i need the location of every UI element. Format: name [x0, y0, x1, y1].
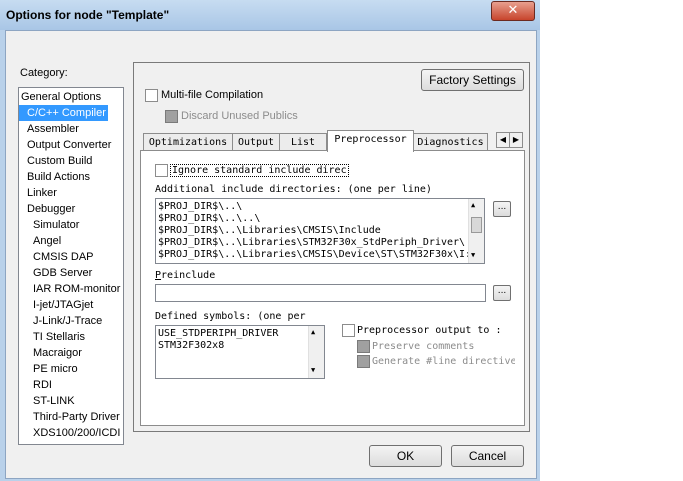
category-item[interactable]: GDB Server: [19, 265, 94, 281]
include-dir-line: $PROJ_DIR$\..\Libraries\CMSIS\Include: [158, 225, 381, 236]
preserve-comments-checkbox: [357, 340, 370, 353]
category-item[interactable]: General Options: [19, 89, 103, 105]
tab-list[interactable]: List: [279, 133, 327, 151]
scroll-thumb[interactable]: [471, 217, 482, 233]
title-bar: Options for node "Template" ✕: [0, 0, 540, 30]
preinclude-label-text: reinclude: [161, 270, 216, 281]
multi-file-label: Multi-file Compilation: [161, 89, 264, 101]
ok-button[interactable]: OK: [369, 445, 442, 467]
include-dir-line: $PROJ_DIR$\..\..\: [158, 213, 261, 224]
defined-symbols-scrollbar[interactable]: ▲ ▼: [308, 326, 324, 378]
category-item[interactable]: PE micro: [19, 361, 80, 377]
ignore-std-include-label: Ignore standard include direc: [170, 164, 349, 177]
tab-output[interactable]: Output: [232, 133, 280, 151]
category-item[interactable]: I-jet/JTAGjet: [19, 297, 95, 313]
additional-include-label: Additional include directories: (one per…: [155, 184, 432, 195]
category-item[interactable]: TI Stellaris: [19, 329, 87, 345]
include-dirs-scrollbar[interactable]: ▲ ▼: [468, 199, 484, 263]
category-list[interactable]: General Options C/C++ Compiler Assembler Ou…: [18, 87, 124, 445]
tab-diagnostics[interactable]: Diagnostics: [413, 133, 488, 151]
category-item[interactable]: Simulator: [19, 217, 81, 233]
close-button[interactable]: ✕: [491, 1, 535, 21]
tab-scroll-left-icon[interactable]: ◀: [496, 132, 510, 148]
category-item[interactable]: J-Link/J-Trace: [19, 313, 104, 329]
category-item[interactable]: Debugger: [19, 201, 77, 217]
generate-line-checkbox: [357, 355, 370, 368]
category-item[interactable]: Build Actions: [19, 169, 92, 185]
generate-line-label: Generate #line directive: [372, 356, 515, 367]
tab-optimizations[interactable]: Optimizations: [143, 133, 233, 151]
cancel-button[interactable]: Cancel: [451, 445, 524, 467]
category-item[interactable]: RDI: [19, 377, 54, 393]
category-item[interactable]: C/C++ Compiler: [19, 105, 108, 121]
factory-settings-button[interactable]: Factory Settings: [421, 69, 524, 91]
close-icon: ✕: [507, 3, 519, 18]
scroll-down-icon[interactable]: ▼: [311, 366, 315, 374]
dialog-title: Options for node "Template": [6, 8, 170, 22]
include-dirs-browse-button[interactable]: ...: [493, 201, 511, 217]
category-item[interactable]: Macraigor: [19, 345, 84, 361]
category-item[interactable]: XDS100/200/ICDI: [19, 425, 122, 441]
discard-unused-label: Discard Unused Publics: [181, 110, 298, 122]
scroll-up-icon[interactable]: ▲: [311, 328, 315, 336]
preinclude-browse-button[interactable]: ...: [493, 285, 511, 301]
preprocessor-output-label: Preprocessor output to :: [357, 325, 502, 336]
scroll-down-icon[interactable]: ▼: [471, 251, 475, 259]
include-dir-line: $PROJ_DIR$\..\: [158, 201, 243, 212]
tab-preprocessor[interactable]: Preprocessor: [327, 130, 414, 152]
preprocessor-output-checkbox[interactable]: [342, 324, 355, 337]
discard-unused-checkbox: [165, 110, 178, 123]
scroll-up-icon[interactable]: ▲: [471, 201, 475, 209]
category-item[interactable]: Angel: [19, 233, 63, 249]
category-item[interactable]: Custom Build: [19, 153, 94, 169]
preinclude-input[interactable]: [155, 284, 486, 302]
include-dir-line: $PROJ_DIR$\..\Libraries\CMSIS\Device\ST\…: [158, 249, 472, 260]
ignore-std-include-checkbox[interactable]: [155, 164, 168, 177]
defined-symbols-label: Defined symbols: (one per: [155, 311, 306, 322]
preserve-comments-label: Preserve comments: [372, 341, 475, 352]
include-dirs-textarea[interactable]: $PROJ_DIR$\..\Libraries\CMSIS\Device\ST\…: [155, 198, 485, 264]
preinclude-label: Preinclude: [155, 270, 215, 281]
category-item[interactable]: Linker: [19, 185, 59, 201]
include-dir-line: $PROJ_DIR$\..\Libraries\STM32F30x_StdPer…: [158, 237, 466, 248]
defined-symbol-line: STM32F302x8: [158, 340, 225, 351]
category-item[interactable]: Output Converter: [19, 137, 113, 153]
category-item[interactable]: IAR ROM-monitor: [19, 281, 122, 297]
category-item[interactable]: Third-Party Driver: [19, 409, 122, 425]
multi-file-checkbox[interactable]: [145, 89, 158, 102]
category-item[interactable]: CMSIS DAP: [19, 249, 96, 265]
category-item[interactable]: ST-LINK: [19, 393, 77, 409]
defined-symbols-textarea[interactable]: STM32F302x8 USE_STDPERIPH_DRIVER ▲ ▼: [155, 325, 325, 379]
tab-scroll-right-icon[interactable]: ▶: [509, 132, 523, 148]
defined-symbol-line: USE_STDPERIPH_DRIVER: [158, 328, 279, 339]
category-label: Category:: [20, 67, 68, 79]
category-item[interactable]: Assembler: [19, 121, 81, 137]
